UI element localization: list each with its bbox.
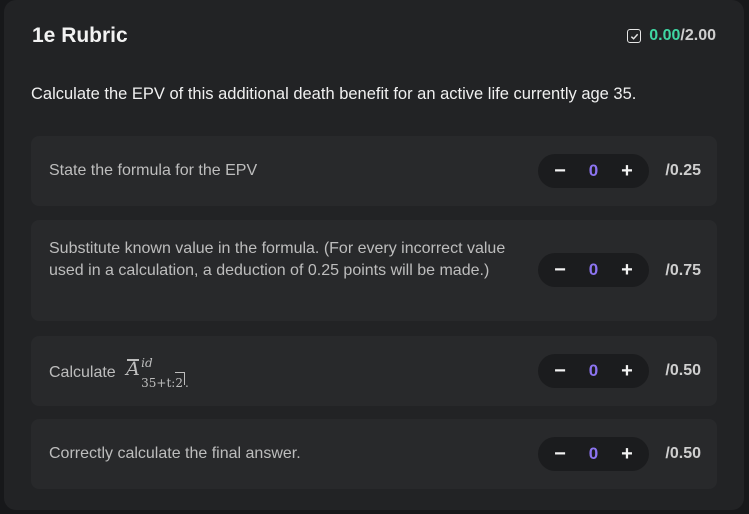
increment-button[interactable]: +	[617, 161, 637, 181]
points-value[interactable]: 0	[589, 260, 598, 280]
question-text: Calculate the EPV of this additional dea…	[31, 85, 637, 103]
decrement-button[interactable]: −	[550, 361, 570, 381]
points-stepper: − 0 +	[538, 437, 649, 471]
points-value[interactable]: 0	[589, 444, 598, 464]
points-stepper: − 0 +	[538, 253, 649, 287]
max-points: /0.75	[665, 262, 701, 279]
rubric-item: Substitute known value in the formula. (…	[31, 220, 717, 321]
decrement-button[interactable]: −	[550, 444, 570, 464]
score-summary: 0.00/2.00	[627, 27, 716, 45]
rubric-item-label: Substitute known value in the formula. (…	[49, 240, 506, 279]
rubric-item-label-row: Calculate A id 35+t:2.	[49, 356, 509, 390]
score-earned: 0.00	[649, 27, 681, 44]
points-value[interactable]: 0	[589, 361, 598, 381]
formula-symbol: A	[126, 358, 140, 380]
checkbox-checked-icon[interactable]	[627, 29, 642, 43]
increment-button[interactable]: +	[617, 260, 637, 280]
points-value[interactable]: 0	[589, 161, 598, 181]
max-points: /0.50	[665, 445, 701, 462]
rubric-item-label: Correctly calculate the final answer.	[49, 445, 301, 462]
actuarial-formula: A id 35+t:2.	[126, 356, 196, 390]
formula-bar	[127, 359, 140, 361]
rubric-item-label: Calculate	[49, 364, 116, 382]
rubric-item: Calculate A id 35+t:2. − 0 + /0.50	[31, 336, 717, 406]
max-points: /0.50	[665, 362, 701, 379]
points-stepper: − 0 +	[538, 154, 649, 188]
decrement-button[interactable]: −	[550, 161, 570, 181]
rubric-panel: 1e Rubric 0.00/2.00 Calculate the EPV of…	[4, 0, 744, 510]
max-points: /0.25	[665, 162, 701, 179]
formula-superscript: id	[141, 356, 153, 370]
rubric-item: Correctly calculate the final answer. − …	[31, 419, 717, 489]
score-total: /2.00	[680, 27, 716, 44]
rubric-item: State the formula for the EPV − 0 + /0.2…	[31, 136, 717, 206]
rubric-title: 1e Rubric	[32, 24, 128, 47]
rubric-item-label: State the formula for the EPV	[49, 162, 258, 179]
decrement-button[interactable]: −	[550, 260, 570, 280]
angle-symbol	[175, 372, 186, 385]
increment-button[interactable]: +	[617, 361, 637, 381]
points-stepper: − 0 +	[538, 354, 649, 388]
increment-button[interactable]: +	[617, 444, 637, 464]
